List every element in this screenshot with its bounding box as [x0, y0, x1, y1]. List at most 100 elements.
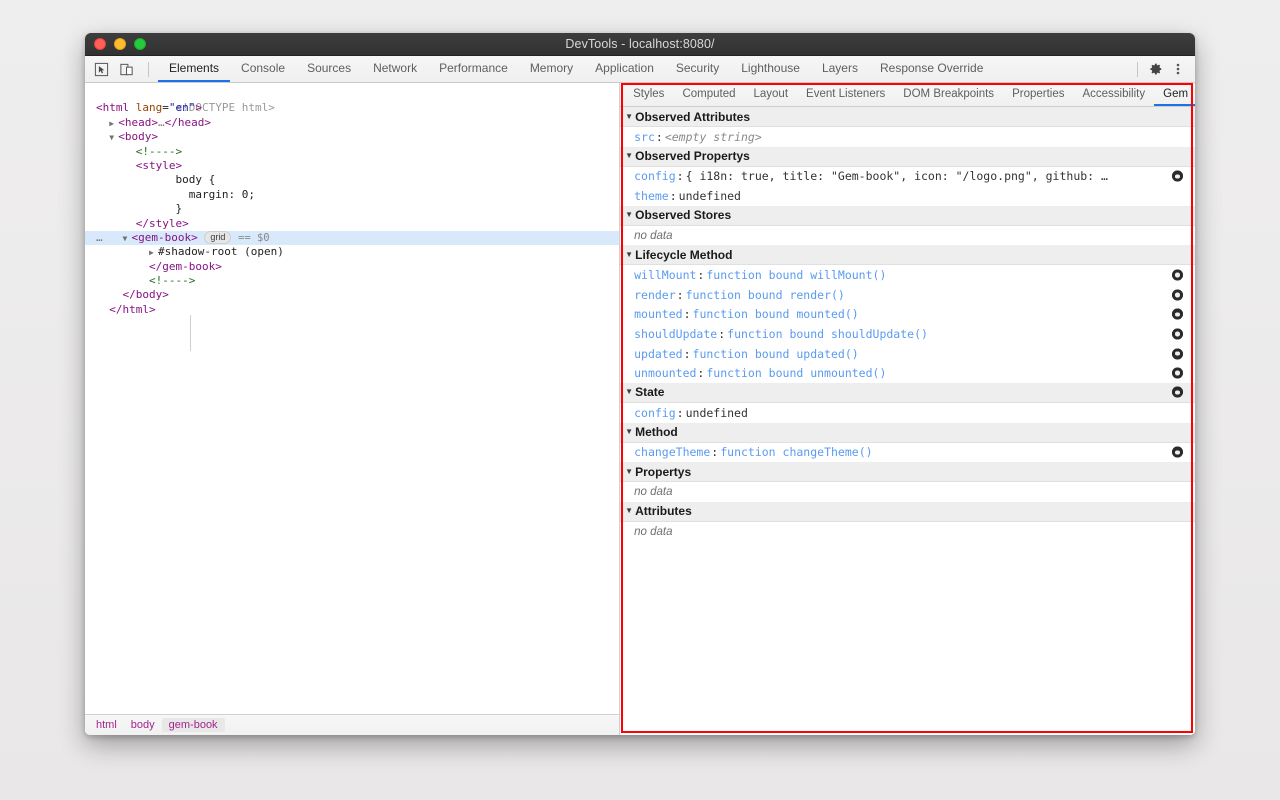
dom-line-style-open[interactable]: <style> — [85, 159, 619, 173]
gem-row-value: function bound render() — [686, 288, 845, 302]
gem-row-state-config[interactable]: config:undefined — [620, 403, 1195, 423]
dom-line-html-close[interactable]: </html> — [85, 303, 619, 317]
breadcrumb-item-html[interactable]: html — [89, 718, 124, 732]
window-controls[interactable] — [94, 38, 146, 50]
watch-dot-icon[interactable] — [1172, 289, 1183, 300]
sidebar-tab-styles[interactable]: Styles — [624, 83, 673, 106]
gem-row-shouldupdate[interactable]: shouldUpdate:function bound shouldUpdate… — [620, 324, 1195, 344]
window-title: DevTools - localhost:8080/ — [85, 37, 1195, 51]
inspect-cursor-icon[interactable] — [93, 61, 109, 77]
sidebar-tab-event-listeners[interactable]: Event Listeners — [797, 83, 894, 106]
gem-row-willmount[interactable]: willMount:function bound willMount() — [620, 265, 1195, 285]
gem-row-value: <empty string> — [665, 130, 762, 144]
dom-line-comment-1[interactable]: <!----> — [85, 145, 619, 159]
dom-line-style-close-brace: } — [85, 202, 619, 216]
gem-row-theme[interactable]: theme:undefined — [620, 186, 1195, 206]
sidebar-tab-dom-breakpoints[interactable]: DOM Breakpoints — [894, 83, 1003, 106]
gem-row-updated[interactable]: updated:function bound updated() — [620, 344, 1195, 364]
section-header-lifecycle-method[interactable]: ▼ Lifecycle Method — [620, 245, 1195, 265]
dom-line-body-open[interactable]: ▼<body> — [85, 130, 619, 144]
kebab-menu-icon[interactable] — [1168, 59, 1188, 79]
tab-lighthouse-label: Lighthouse — [741, 61, 800, 75]
gem-row-value: function bound willMount() — [706, 268, 886, 282]
breadcrumb-item-body[interactable]: body — [124, 718, 162, 732]
close-window-button[interactable] — [94, 38, 106, 50]
section-header-method[interactable]: ▼ Method — [620, 423, 1195, 443]
sidebar-tab-gem-label: Gem — [1163, 88, 1188, 100]
breadcrumb: html body gem-book — [85, 714, 619, 735]
section-header-attributes[interactable]: ▼ Attributes — [620, 502, 1195, 522]
dom-line-gem-book-close[interactable]: </gem-book> — [85, 260, 619, 274]
tab-lighthouse[interactable]: Lighthouse — [730, 56, 811, 82]
tab-sources[interactable]: Sources — [296, 56, 362, 82]
dom-line-shadow-root[interactable]: ▶#shadow-root (open) — [85, 245, 619, 259]
sidebar-tab-gem[interactable]: Gem — [1154, 83, 1195, 106]
gem-row-changetheme[interactable]: changeTheme:function changeTheme() — [620, 443, 1195, 463]
tab-network-label: Network — [373, 61, 417, 75]
dom-line-comment-2[interactable]: <!----> — [85, 274, 619, 288]
maximize-window-button[interactable] — [134, 38, 146, 50]
gear-icon[interactable] — [1146, 59, 1166, 79]
minimize-window-button[interactable] — [114, 38, 126, 50]
watch-dot-icon[interactable] — [1172, 328, 1183, 339]
chevron-down-icon: ▼ — [625, 507, 635, 515]
watch-dot-icon[interactable] — [1172, 368, 1183, 379]
dom-line-head[interactable]: ▶<head>…</head> — [85, 116, 619, 130]
gem-row-src[interactable]: src:<empty string> — [620, 127, 1195, 147]
gem-row-config-observed[interactable]: config:{ i18n: true, title: "Gem-book", … — [620, 167, 1195, 187]
tab-layers[interactable]: Layers — [811, 56, 869, 82]
gem-row-value: function bound updated() — [693, 347, 859, 361]
watch-dot-icon[interactable] — [1172, 348, 1183, 359]
sidebar-pane: Styles Computed Layout Event Listeners D… — [619, 83, 1195, 735]
section-title-attributes: Attributes — [635, 504, 692, 518]
tab-memory[interactable]: Memory — [519, 56, 584, 82]
sidebar-tab-accessibility-label: Accessibility — [1082, 88, 1145, 100]
section-header-observed-stores[interactable]: ▼ Observed Stores — [620, 206, 1195, 226]
tab-layers-label: Layers — [822, 61, 858, 75]
tab-application[interactable]: Application — [584, 56, 665, 82]
tab-memory-label: Memory — [530, 61, 573, 75]
tab-network[interactable]: Network — [362, 56, 428, 82]
gem-row-key: src — [634, 130, 655, 144]
dom-line-html-open[interactable]: <html lang="en"> — [85, 101, 619, 115]
watch-dot-icon[interactable] — [1172, 171, 1183, 182]
section-header-state[interactable]: ▼ State — [620, 383, 1195, 403]
gem-row-key: render — [634, 288, 676, 302]
sidebar-tab-layout[interactable]: Layout — [745, 83, 798, 106]
sidebar-tab-accessibility[interactable]: Accessibility — [1073, 83, 1154, 106]
section-header-observed-propertys[interactable]: ▼ Observed Propertys — [620, 147, 1195, 167]
gem-row-value: function bound mounted() — [693, 307, 859, 321]
sidebar-tab-list: Styles Computed Layout Event Listeners D… — [620, 83, 1195, 107]
watch-dot-icon[interactable] — [1172, 270, 1183, 281]
gem-row-key: mounted — [634, 307, 682, 321]
tab-console[interactable]: Console — [230, 56, 296, 82]
tab-elements[interactable]: Elements — [158, 56, 230, 82]
shadow-root-label: #shadow-root (open) — [158, 245, 284, 258]
dom-line-body-close[interactable]: </body> — [85, 288, 619, 302]
tab-application-label: Application — [595, 61, 654, 75]
dom-line-gem-book-selected[interactable]: … ▼<gem-book> grid == $0 — [85, 231, 619, 245]
sidebar-tab-properties[interactable]: Properties — [1003, 83, 1073, 106]
section-header-observed-attributes[interactable]: ▼ Observed Attributes — [620, 107, 1195, 127]
section-header-propertys[interactable]: ▼ Propertys — [620, 462, 1195, 482]
breadcrumb-item-gem-book[interactable]: gem-book — [162, 718, 225, 732]
grid-badge[interactable]: grid — [204, 231, 231, 244]
tab-security[interactable]: Security — [665, 56, 730, 82]
gem-row-render[interactable]: render:function bound render() — [620, 285, 1195, 305]
tab-performance[interactable]: Performance — [428, 56, 519, 82]
dom-tree[interactable]: <!DOCTYPE html> <html lang="en"> ▶<head>… — [85, 83, 619, 714]
section-title-observed-stores: Observed Stores — [635, 208, 731, 222]
gem-row-mounted[interactable]: mounted:function bound mounted() — [620, 305, 1195, 325]
gem-row-value: undefined — [686, 406, 748, 420]
device-toolbar-icon[interactable] — [118, 61, 134, 77]
dom-line-style-close[interactable]: </style> — [85, 217, 619, 231]
dom-tree-column: <!DOCTYPE html> <html lang="en"> ▶<head>… — [85, 83, 619, 735]
chevron-down-icon: ▼ — [625, 211, 635, 219]
watch-dot-icon[interactable] — [1172, 387, 1183, 398]
sidebar-tab-computed[interactable]: Computed — [673, 83, 744, 106]
tab-response-override[interactable]: Response Override — [869, 56, 994, 82]
dom-line-doctype[interactable]: <!DOCTYPE html> — [85, 87, 619, 101]
watch-dot-icon[interactable] — [1172, 309, 1183, 320]
gem-row-unmounted[interactable]: unmounted:function bound unmounted() — [620, 363, 1195, 383]
watch-dot-icon[interactable] — [1172, 447, 1183, 458]
